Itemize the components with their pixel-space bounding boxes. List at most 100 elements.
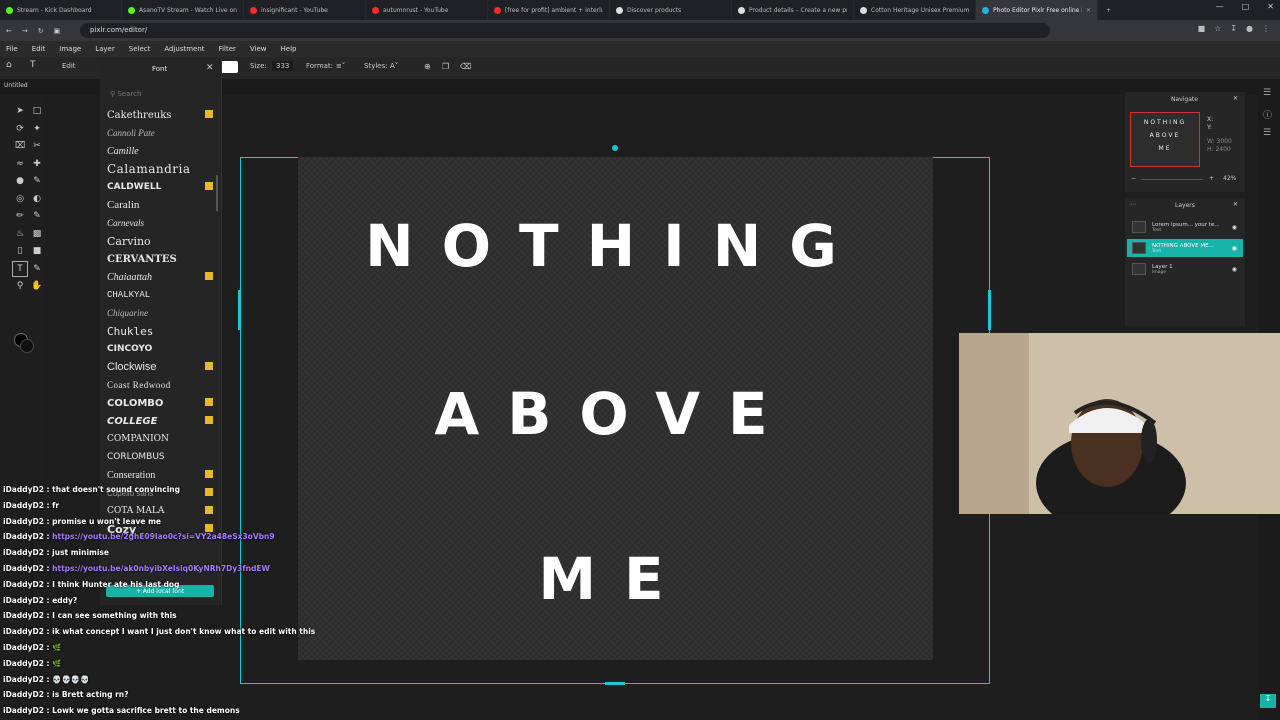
chat-link[interactable]: https://youtu.be/2ghE09Iao0c?si=VY2a48eS… (52, 532, 274, 541)
text-tool-icon[interactable]: T (30, 60, 36, 70)
layers-icon[interactable]: ☰ (1263, 128, 1271, 138)
visibility-eye-icon[interactable]: ◉ (1232, 266, 1237, 273)
draw-tool-icon[interactable]: ✎ (29, 261, 45, 278)
shape-tool-icon[interactable]: ■ (29, 243, 45, 260)
browser-tab[interactable]: Photo Editor Pixlr Free online In ✕ (976, 0, 1098, 20)
layer-item[interactable]: Layer 1 Image ◉ (1127, 260, 1243, 278)
font-list-item[interactable]: CERVANTES (100, 250, 222, 268)
url-input[interactable]: pixlr.com/editor/ (80, 23, 1050, 38)
layers-close-icon[interactable]: ✕ (1233, 201, 1238, 208)
zoom-out-icon[interactable]: − (1131, 175, 1136, 182)
font-list-item[interactable]: CINCOYO (100, 340, 222, 358)
minimize-icon[interactable]: — (1216, 2, 1224, 11)
text-tool-icon-left[interactable]: T (12, 260, 28, 277)
forward-icon[interactable]: → (22, 27, 28, 35)
menu-item-help[interactable]: Help (281, 45, 297, 53)
tab-search-icon[interactable]: ▣ (54, 27, 61, 35)
menu-item-view[interactable]: View (250, 45, 267, 53)
cutout-tool-icon[interactable]: ✂ (29, 138, 45, 155)
layers-menu-icon[interactable]: ⋯ (1130, 201, 1136, 208)
back-icon[interactable]: ← (6, 27, 12, 35)
browser-tab[interactable]: Cotton Heritage Unisex Premium H (854, 0, 976, 20)
menu-item-file[interactable]: File (6, 45, 18, 53)
menu-item-select[interactable]: Select (129, 45, 151, 53)
font-list-item[interactable]: CORLOMBUS (100, 448, 222, 466)
info-icon[interactable]: ⓘ (1263, 108, 1272, 121)
font-list-item[interactable]: Carnevals (100, 214, 222, 232)
font-list-item[interactable]: Cannoli Pate (100, 124, 222, 142)
maximize-icon[interactable]: □ (1242, 2, 1250, 11)
browser-tab[interactable]: Product details – Create a new product (732, 0, 854, 20)
font-list-item[interactable]: COLLEGE (100, 412, 222, 430)
hand-tool-icon[interactable]: ✋ (29, 278, 45, 295)
close-window-icon[interactable]: ✕ (1267, 2, 1274, 11)
font-list-item[interactable]: Coast Redwood (100, 376, 222, 394)
browser-tab[interactable]: insignificant - YouTube (244, 0, 366, 20)
styles-dropdown[interactable]: A˅ (390, 62, 398, 70)
menu-item-filter[interactable]: Filter (219, 45, 236, 53)
zoom-in-icon[interactable]: + (1209, 175, 1214, 182)
navigate-thumbnail[interactable]: NOTHING ABOVE ME (1130, 112, 1200, 167)
dodge-tool-icon[interactable]: ◐ (29, 191, 45, 208)
layer-item[interactable]: NOTHING ABOVE ME... Text ◉ (1127, 239, 1243, 257)
font-list-item[interactable]: CHALKYAL (100, 286, 222, 304)
home-icon[interactable]: ⌂ (6, 60, 12, 70)
font-list-item[interactable]: Caralin (100, 196, 222, 214)
bookmark-icon[interactable]: ☆ (1214, 24, 1221, 33)
background-color[interactable] (20, 339, 34, 353)
text-color-swatch[interactable] (220, 61, 238, 73)
eraser-tool-icon[interactable]: ▯ (12, 243, 28, 260)
lasso-tool-icon[interactable]: ⟳ (12, 121, 28, 138)
fill-tool-icon[interactable]: ♨ (12, 226, 28, 243)
zoom-level[interactable]: 42% (1223, 175, 1236, 182)
visibility-eye-icon[interactable]: ◉ (1232, 245, 1237, 252)
menu-item-layer[interactable]: Layer (95, 45, 115, 53)
browser-tab[interactable]: Discover products (610, 0, 732, 20)
clone-tool-icon[interactable]: ● (12, 173, 28, 190)
font-list-item[interactable]: Calamandria (100, 160, 222, 178)
extension-icon[interactable]: ■ (1198, 24, 1206, 33)
font-list-item[interactable]: CALDWELL (100, 178, 222, 196)
arrange-tool-icon[interactable]: ➤ (12, 103, 28, 120)
pencil-tool-icon[interactable]: ✎ (29, 208, 45, 225)
panel-toggle-icon[interactable]: ☰ (1263, 88, 1271, 98)
font-list-item[interactable]: COLOMBO (100, 394, 222, 412)
size-input[interactable]: 333 (272, 61, 294, 71)
font-list-item[interactable]: Camille (100, 142, 222, 160)
chat-link[interactable]: https://youtu.be/ak0nbyibXeIsiq0KyNRh7Dy… (52, 564, 270, 573)
close-icon[interactable]: ✕ (206, 63, 214, 73)
save-icon[interactable]: ↧ (1260, 694, 1276, 708)
canvas-text-above[interactable]: ABOVE (240, 380, 990, 448)
profile-icon[interactable]: ● (1246, 24, 1253, 33)
new-tab-icon[interactable]: + (1106, 7, 1111, 14)
resize-handle-left[interactable] (238, 290, 241, 330)
gradient-tool-icon[interactable]: ▩ (29, 226, 45, 243)
browser-tab[interactable]: AsanoTV Stream - Watch Live on Kick (122, 0, 244, 20)
resize-handle-bottom[interactable] (605, 682, 625, 685)
font-list-item[interactable]: Carvino (100, 232, 222, 250)
menu-item-adjustment[interactable]: Adjustment (164, 45, 204, 53)
font-list-item[interactable]: Chukles (100, 322, 222, 340)
brush-tool-icon[interactable]: ✏ (12, 208, 28, 225)
edit-button[interactable]: Edit (62, 62, 76, 70)
visibility-eye-icon[interactable]: ◉ (1232, 224, 1237, 231)
browser-tab[interactable]: [free for profit] ambient + interlude (488, 0, 610, 20)
menu-item-edit[interactable]: Edit (32, 45, 46, 53)
download-icon[interactable]: ↧ (1230, 24, 1237, 33)
layer-item[interactable]: Lorem ipsum... your te... Text ◉ (1127, 218, 1243, 236)
color-swatches[interactable] (14, 333, 44, 359)
add-icon[interactable]: ⊕ (424, 62, 431, 71)
font-list-item[interactable]: Clockwise (100, 358, 222, 376)
crop-tool-icon[interactable]: ⌧ (12, 138, 28, 155)
browser-tab[interactable]: Stream - Kick Dashboard (0, 0, 122, 20)
zoom-tool-icon[interactable]: ⚲ (12, 278, 28, 295)
font-list-scrollbar[interactable] (216, 175, 218, 211)
font-search-input[interactable]: ⚲ Search (110, 90, 141, 98)
wand-tool-icon[interactable]: ✦ (29, 121, 45, 138)
navigate-close-icon[interactable]: ✕ (1233, 95, 1238, 102)
menu-item-image[interactable]: Image (59, 45, 81, 53)
delete-icon[interactable]: ⌫ (460, 62, 471, 71)
font-list-item[interactable]: Cakethreuks (100, 106, 222, 124)
resize-handle-right[interactable] (988, 290, 991, 330)
font-list-item[interactable]: COMPANION (100, 430, 222, 448)
